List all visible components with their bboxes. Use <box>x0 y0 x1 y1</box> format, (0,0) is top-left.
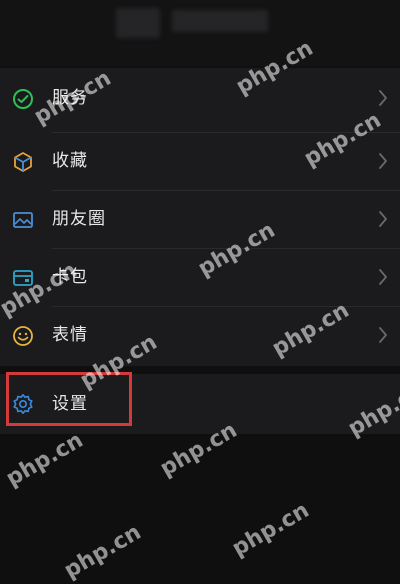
chevron-right-icon <box>379 327 387 343</box>
menu-item-label: 朋友圈 <box>52 209 106 229</box>
menu-item-label: 收藏 <box>52 151 88 171</box>
menu-item-label: 卡包 <box>52 267 88 287</box>
menu-item-card-wallet[interactable]: 卡包 <box>0 249 400 305</box>
blurred-profile-info <box>172 10 268 32</box>
menu-item-moments[interactable]: 朋友圈 <box>0 191 400 247</box>
chevron-right-icon <box>379 90 387 106</box>
menu-group: 服务 收藏 朋友圈 卡包 表情 <box>0 68 400 366</box>
chevron-right-icon <box>379 153 387 169</box>
empty-bottom-area <box>0 434 400 580</box>
menu-item-label: 服务 <box>52 88 88 108</box>
menu-item-service[interactable]: 服务 <box>0 70 400 126</box>
moments-photo-icon <box>13 212 33 228</box>
profile-header-strip <box>0 0 400 66</box>
favorites-cube-icon <box>14 152 32 172</box>
chevron-right-icon <box>379 269 387 285</box>
card-wallet-icon <box>13 270 33 286</box>
menu-item-label: 表情 <box>52 325 88 345</box>
wechat-pay-icon <box>13 89 33 109</box>
menu-item-emoji[interactable]: 表情 <box>0 307 400 363</box>
emoji-smile-icon <box>13 326 33 346</box>
chevron-right-icon <box>379 211 387 227</box>
blurred-profile-info <box>116 8 160 38</box>
highlight-annotation-box <box>6 372 132 426</box>
menu-item-favorites[interactable]: 收藏 <box>0 133 400 189</box>
